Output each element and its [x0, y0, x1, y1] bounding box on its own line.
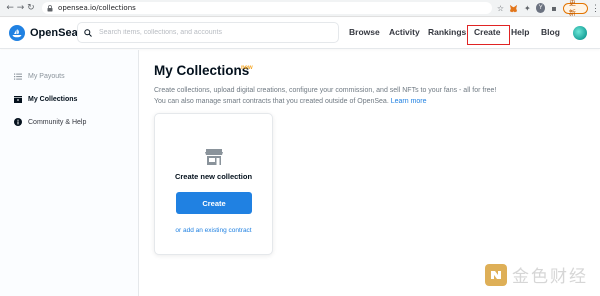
create-collection-card: Create new collection Create or add an e…: [154, 113, 273, 255]
back-icon[interactable]: ←: [5, 3, 15, 14]
star-icon[interactable]: ☆: [496, 3, 505, 13]
learn-more-link[interactable]: Learn more: [391, 98, 427, 105]
search-box[interactable]: [77, 22, 339, 43]
opensea-logo-icon: [9, 25, 25, 41]
sidebar-item-label: Community & Help: [28, 118, 87, 126]
update-button[interactable]: 更新: [562, 0, 589, 17]
reload-icon[interactable]: ↻: [26, 3, 36, 14]
wallet-icon[interactable]: ▪: [549, 3, 558, 13]
nav-rankings[interactable]: Rankings: [428, 27, 466, 37]
sidebar-item-label: My Collections: [28, 95, 78, 103]
lock-icon: [47, 4, 53, 12]
collection-icon: [14, 95, 22, 103]
sidebar-item-my-payouts[interactable]: My Payouts: [14, 72, 65, 80]
metamask-icon[interactable]: [509, 3, 518, 13]
nav-help[interactable]: Help: [511, 27, 529, 37]
more-menu-icon[interactable]: ⋮: [591, 3, 600, 14]
add-existing-contract-link[interactable]: or add an existing contract: [155, 227, 272, 234]
page-title: My Collections: [154, 63, 250, 78]
description-line-1: Create collections, upload digital creat…: [154, 87, 497, 94]
sidebar-item-community-help[interactable]: Community & Help: [14, 118, 86, 126]
forward-icon[interactable]: →: [15, 3, 25, 14]
url-text: opensea.io/collections: [58, 4, 136, 12]
nav-blog[interactable]: Blog: [541, 27, 560, 37]
browser-toolbar: ← → ↻ opensea.io/collections ☆ ✦ Y ▪ 更新 …: [0, 0, 600, 17]
profile-avatar[interactable]: Y: [536, 3, 546, 13]
card-title: Create new collection: [174, 172, 253, 181]
create-highlight-box: [467, 25, 510, 45]
address-bar[interactable]: opensea.io/collections: [42, 2, 492, 14]
search-icon: [84, 24, 92, 42]
brand-logo[interactable]: OpenSea: [9, 25, 78, 41]
create-collection-button[interactable]: Create: [176, 192, 252, 214]
watermark-text: 金色财经: [512, 267, 588, 287]
description-text: You can also manage smart contracts that…: [154, 98, 389, 105]
watermark-logo-icon: [484, 263, 508, 287]
search-input[interactable]: [99, 29, 329, 36]
new-badge: new: [241, 65, 253, 71]
site-header: OpenSea Browse Activity Rankings Create …: [0, 18, 600, 49]
sidebar-item-my-collections[interactable]: My Collections: [14, 95, 77, 103]
info-icon: [14, 118, 22, 126]
user-avatar[interactable]: [573, 26, 587, 40]
list-icon: [14, 72, 22, 80]
storefront-icon: [205, 149, 223, 170]
page-description: Create collections, upload digital creat…: [154, 85, 534, 107]
description-line-2: You can also manage smart contracts that…: [154, 96, 534, 107]
nav-browse[interactable]: Browse: [349, 27, 380, 37]
nav-activity[interactable]: Activity: [389, 27, 420, 37]
puzzle-icon[interactable]: ✦: [523, 3, 532, 13]
brand-name: OpenSea: [30, 27, 78, 39]
sidebar-item-label: My Payouts: [28, 72, 65, 80]
sidebar: My Payouts My Collections Community & He…: [0, 50, 139, 296]
watermark: 金色财经: [484, 262, 588, 287]
